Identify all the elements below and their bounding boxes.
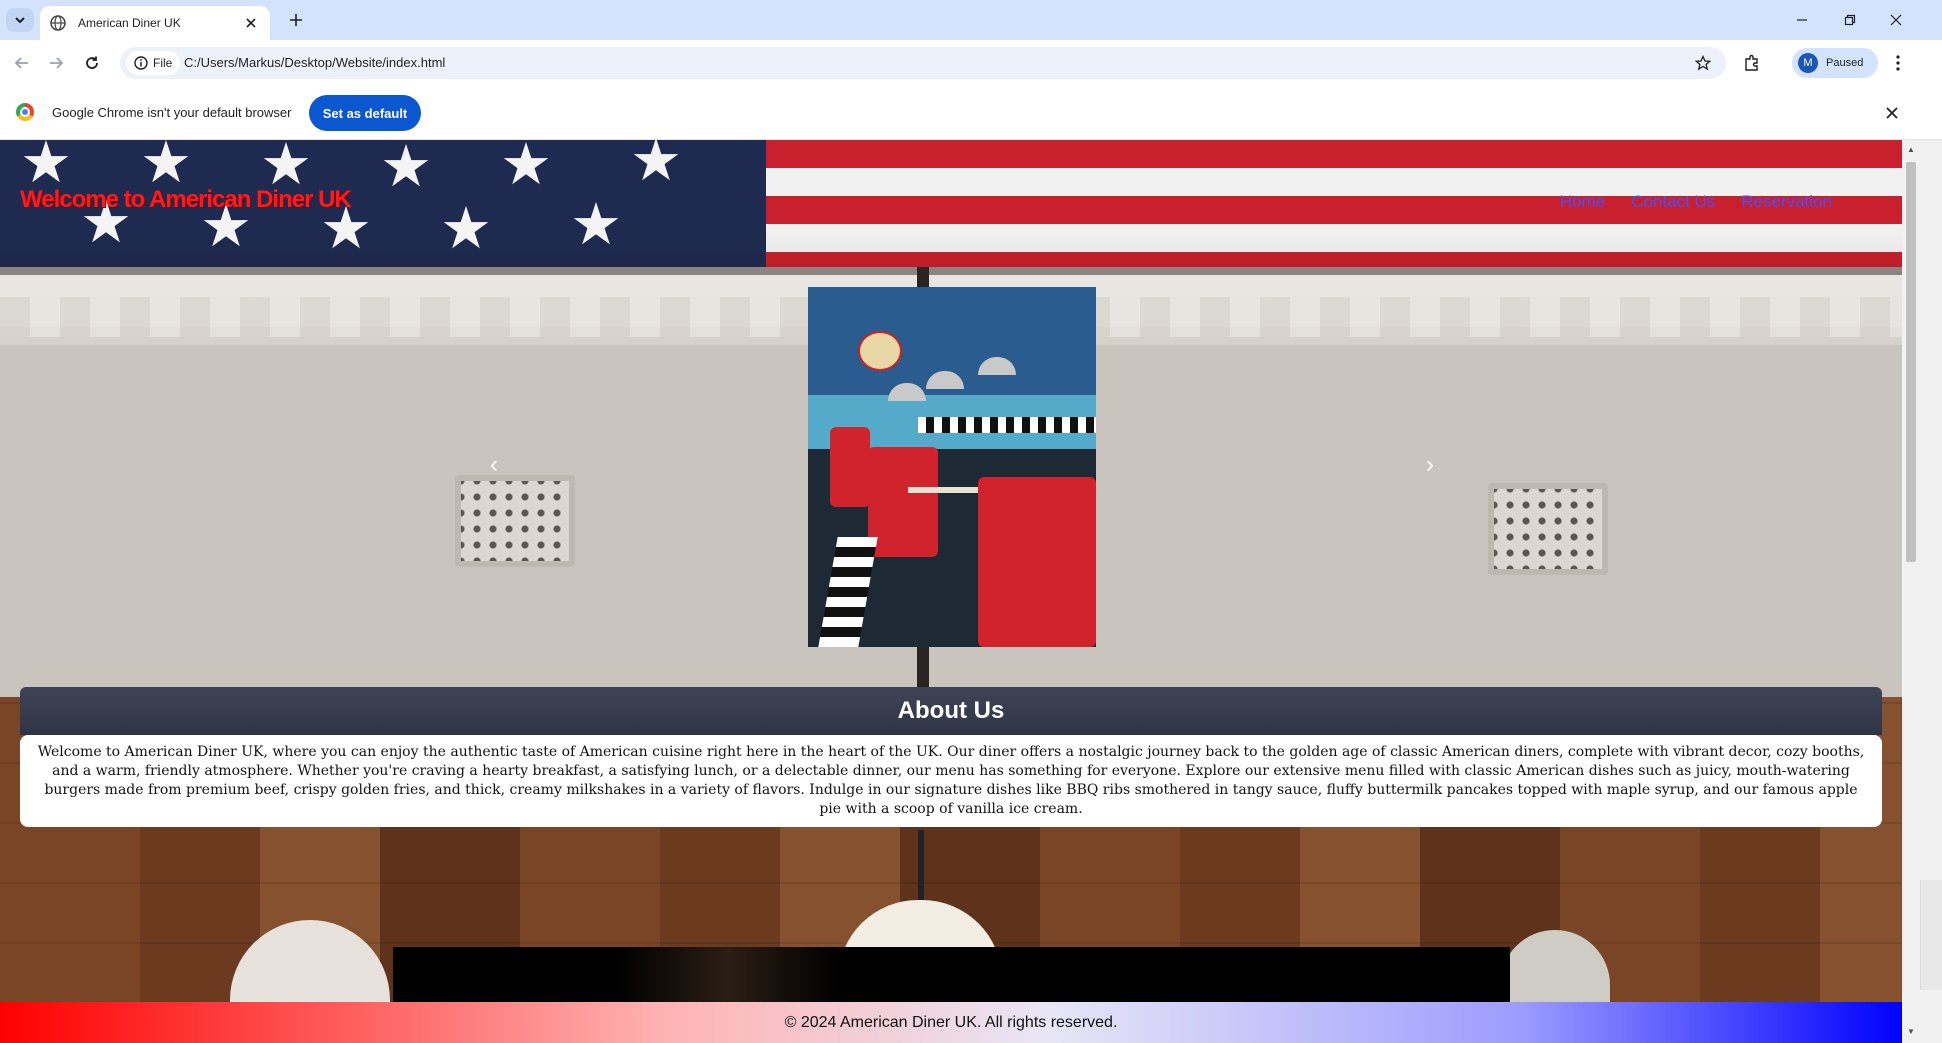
minimize-icon (1797, 19, 1807, 21)
forward-button[interactable] (42, 49, 70, 77)
flag-star: ★ (140, 140, 192, 195)
scroll-down-arrow[interactable]: ▼ (1902, 1022, 1920, 1040)
wall-vent (455, 475, 575, 567)
bookmark-button[interactable] (1692, 52, 1714, 74)
about-header: About Us (20, 687, 1882, 735)
pendant-lamp (926, 371, 964, 389)
tab-title: American Diner UK (78, 16, 181, 30)
more-icon (1896, 55, 1900, 71)
browser-tab[interactable]: American Diner UK (40, 6, 270, 40)
flag-star: ★ (500, 140, 552, 197)
flag-star: ★ (440, 196, 492, 261)
infobar-close-button[interactable] (1880, 101, 1904, 125)
star-icon (1695, 55, 1711, 71)
back-button[interactable] (8, 49, 36, 77)
diner-sign (858, 331, 902, 371)
side-panel-edge (1920, 880, 1942, 990)
nav-link-reservation[interactable]: Reservation (1741, 192, 1832, 212)
window-close-button[interactable] (1874, 0, 1918, 40)
reload-icon (86, 56, 98, 69)
booth-seat (868, 447, 938, 557)
extensions-button[interactable] (1738, 49, 1766, 77)
page-viewport: ★ ★ ★ ★ ★ ★ ★ ★ ★ ★ ★ Welcome to America… (0, 140, 1902, 1043)
reload-button[interactable] (78, 49, 106, 77)
default-browser-infobar: Google Chrome isn't your default browser… (0, 86, 1942, 140)
tab-list-button[interactable] (6, 8, 34, 32)
flag-star: ★ (570, 192, 622, 257)
restore-icon (1844, 14, 1856, 26)
flag-star: ★ (20, 140, 72, 195)
infobar-message: Google Chrome isn't your default browser (52, 105, 292, 120)
profile-button[interactable]: M Paused (1792, 48, 1878, 78)
restore-button[interactable] (1828, 0, 1872, 40)
site-chip-label: File (153, 56, 173, 70)
tab-close-button[interactable] (242, 14, 260, 32)
chrome-logo (16, 103, 34, 121)
site-info-chip[interactable]: File (126, 51, 181, 75)
hero-carousel: ‹ › (0, 267, 1902, 697)
chevron-down-icon (15, 17, 25, 24)
scroll-thumb[interactable] (1906, 162, 1916, 562)
flag-star: ★ (380, 140, 432, 199)
carousel-slide-image (808, 287, 1096, 647)
carousel-next-button[interactable]: › (1419, 450, 1441, 480)
globe-icon (50, 15, 66, 31)
video-panel[interactable] (393, 947, 1510, 1007)
site-nav: Home Contact Us Reservation (1560, 192, 1832, 212)
about-text: Welcome to American Diner UK, where you … (20, 735, 1882, 827)
back-icon (14, 57, 28, 69)
profile-status: Paused (1826, 57, 1864, 69)
plus-icon (290, 14, 302, 26)
carousel-prev-button[interactable]: ‹ (483, 450, 505, 480)
nav-link-home[interactable]: Home (1560, 192, 1605, 212)
booth-seat (830, 427, 870, 507)
footer-copyright: © 2024 American Diner UK. All rights res… (784, 1013, 1118, 1031)
close-icon (1890, 14, 1902, 26)
new-tab-button[interactable] (282, 8, 310, 32)
close-icon (246, 18, 256, 28)
url-text[interactable]: C:/Users/Markus/Desktop/Website/index.ht… (184, 55, 445, 70)
site-footer: © 2024 American Diner UK. All rights res… (0, 1002, 1902, 1043)
info-icon (134, 56, 148, 70)
page-scrollbar[interactable]: ▲ ▼ (1902, 140, 1942, 1043)
lamp-rod (918, 830, 924, 902)
scroll-up-arrow[interactable]: ▲ (1902, 140, 1920, 158)
booth-seat (978, 477, 1096, 647)
browser-toolbar: File C:/Users/Markus/Desktop/Website/ind… (0, 40, 1942, 86)
site-header: ★ ★ ★ ★ ★ ★ ★ ★ ★ ★ ★ Welcome to America… (0, 140, 1902, 267)
table-top (908, 487, 978, 493)
pendant-lamp (978, 357, 1016, 375)
set-as-default-button[interactable]: Set as default (309, 95, 421, 131)
nav-link-contact-us[interactable]: Contact Us (1631, 192, 1715, 212)
avatar: M (1798, 53, 1818, 73)
pendant-lamp (888, 383, 926, 401)
checker-trim (918, 417, 1096, 433)
about-heading: About Us (897, 697, 1005, 724)
about-section: About Us Welcome to American Diner UK, w… (20, 687, 1882, 827)
extensions-icon (1745, 54, 1758, 71)
site-title: Welcome to American Diner UK (20, 186, 352, 213)
minimize-button[interactable] (1780, 0, 1824, 40)
close-icon (1886, 107, 1898, 119)
checker-floor (818, 537, 878, 647)
flag-star: ★ (630, 140, 682, 193)
tab-strip: American Diner UK (0, 0, 1942, 40)
forward-icon (50, 57, 64, 69)
wall-vent (1488, 483, 1608, 575)
address-bar[interactable]: File C:/Users/Markus/Desktop/Website/ind… (120, 47, 1726, 79)
browser-menu-button[interactable] (1884, 49, 1912, 77)
